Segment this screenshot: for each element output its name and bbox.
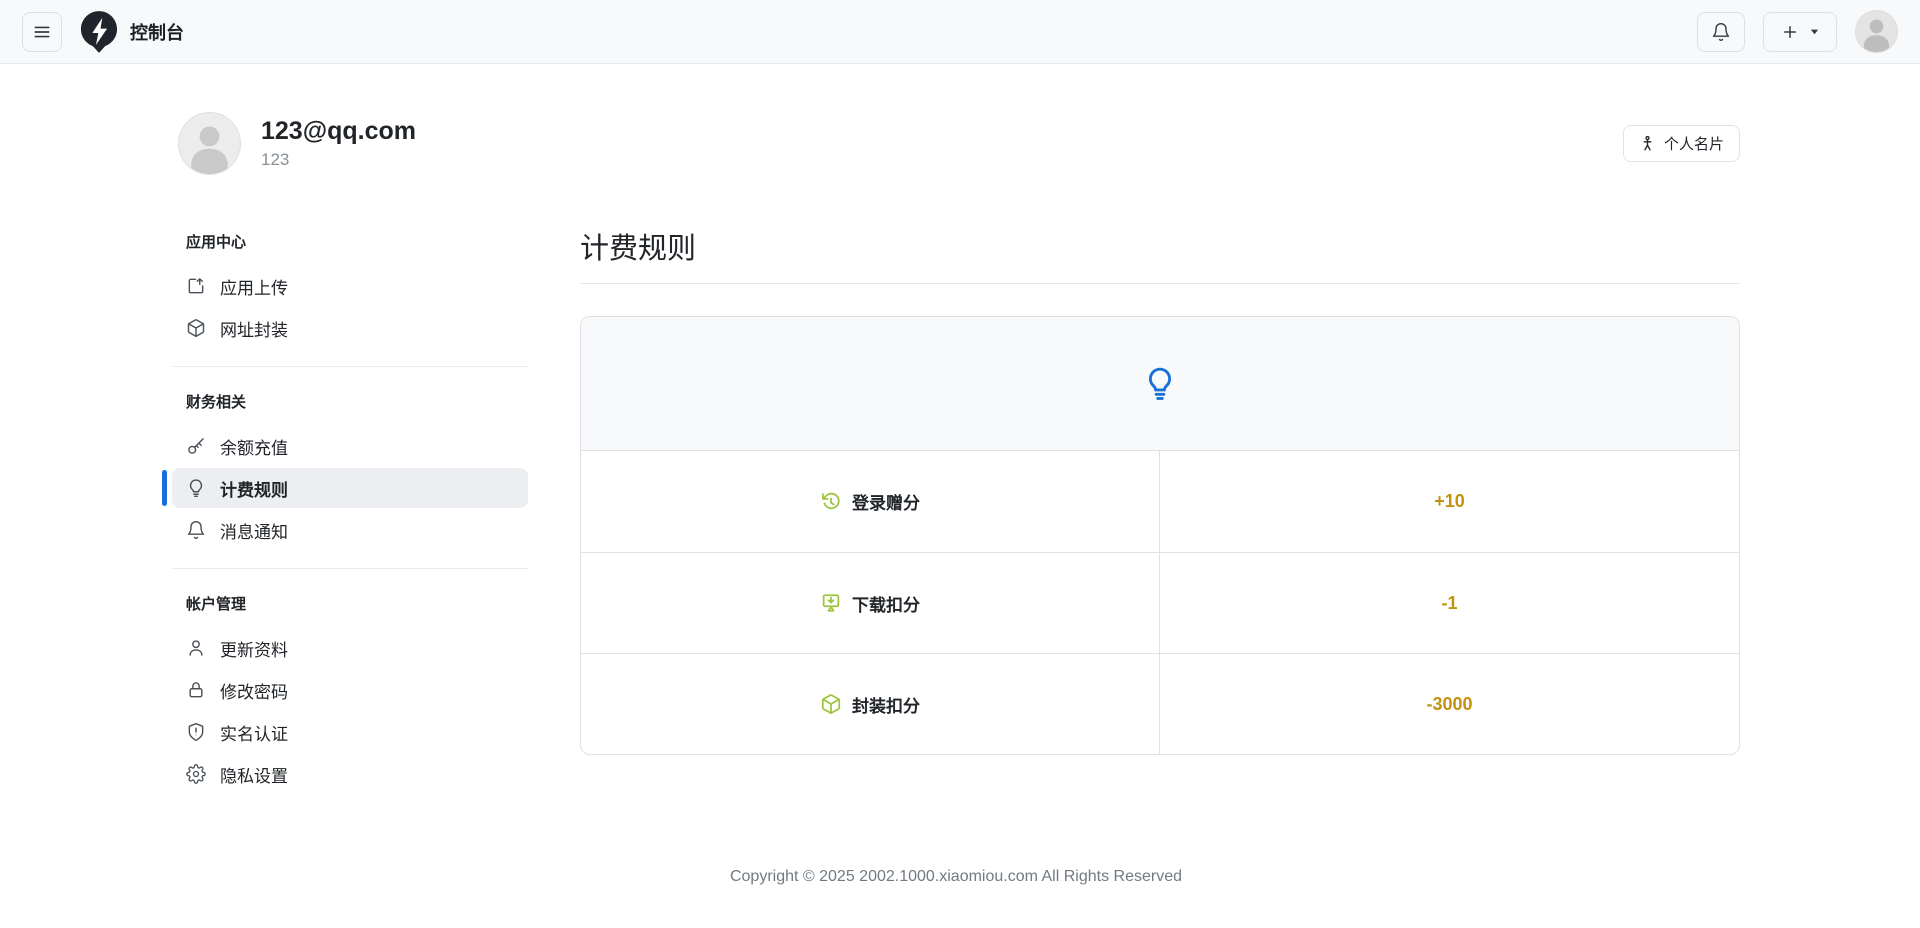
profile-avatar [178,112,241,175]
page-body: 123@qq.com 123 个人名片 应用中心 [0,64,1920,928]
sidebar-item-app-upload[interactable]: 应用上传 [172,266,528,306]
sidebar-item-label: 计费规则 [220,476,288,501]
sidebar-divider [172,366,528,367]
profile-texts: 123@qq.com 123 [261,117,416,170]
profile-username: 123 [261,150,416,170]
sidebar-item-label: 隐私设置 [220,762,288,787]
rule-label: 登录赠分 [852,489,920,514]
person-standing-icon [1639,135,1656,152]
create-new-dropdown-button[interactable] [1763,12,1837,52]
billing-rules-table-header [581,317,1739,451]
brand: 控制台 [80,10,184,54]
key-icon [186,436,206,456]
rule-label: 封装扣分 [852,692,920,717]
hamburger-menu-icon [32,22,52,42]
sidebar-item-label: 消息通知 [220,518,288,543]
rule-label-cell: 封装扣分 [581,654,1160,754]
bell-icon [1711,22,1731,42]
navbar-left-group: 控制台 [22,10,184,54]
sidebar-item-change-password[interactable]: 修改密码 [172,670,528,710]
sidebar-item-update-profile[interactable]: 更新资料 [172,628,528,668]
user-avatar[interactable] [1855,10,1898,53]
sidebar-item-label: 更新资料 [220,636,288,661]
profile-email: 123@qq.com [261,117,416,146]
top-navbar: 控制台 [0,0,1920,64]
notifications-button[interactable] [1697,12,1745,52]
rule-value: -1 [1441,593,1457,614]
rule-value-cell: -3000 [1160,654,1739,754]
package-cube-icon [186,318,206,338]
sidebar-item-label: 应用上传 [220,274,288,299]
sidebar-item-label: 余额充值 [220,434,288,459]
rule-value: +10 [1434,491,1465,512]
sidebar-item-balance-recharge[interactable]: 余额充值 [172,426,528,466]
shield-exclamation-icon [186,722,206,742]
upload-box-icon [186,276,206,296]
lightbulb-icon [1143,365,1177,403]
person-silhouette-icon [179,113,240,174]
caret-down-icon [1809,26,1820,37]
hamburger-menu-button[interactable] [22,12,62,52]
sidebar-item-url-packaging[interactable]: 网址封装 [172,308,528,348]
table-row: 封装扣分 -3000 [581,653,1739,754]
plus-icon [1781,23,1799,41]
rule-value: -3000 [1426,694,1472,715]
sidebar-divider [172,568,528,569]
personal-card-button-label: 个人名片 [1664,133,1724,154]
app-title: 控制台 [130,19,184,45]
table-row: 登录赠分 +10 [581,451,1739,552]
table-row: 下载扣分 -1 [581,552,1739,653]
navbar-right-group [1697,10,1898,53]
sidebar-item-label: 实名认证 [220,720,288,745]
profile-header: 123@qq.com 123 个人名片 [172,112,1740,175]
download-monitor-icon [820,592,842,614]
rule-value-cell: +10 [1160,451,1739,552]
sidebar-item-realname-verification[interactable]: 实名认证 [172,712,528,752]
person-silhouette-icon [1856,11,1897,52]
sidebar-item-message-notifications[interactable]: 消息通知 [172,510,528,550]
lightbulb-icon [186,478,206,498]
bell-icon [186,520,206,540]
sidebar-section-header: 应用中心 [172,225,528,258]
main-content: 计费规则 [580,225,1740,794]
sidebar-item-label: 修改密码 [220,678,288,703]
rule-value-cell: -1 [1160,553,1739,653]
sidebar-section-header: 财务相关 [172,385,528,418]
person-icon [186,638,206,658]
copyright-text: Copyright © 2025 2002.1000.xiaomiou.com … [730,868,1182,885]
footer: Copyright © 2025 2002.1000.xiaomiou.com … [172,868,1740,928]
sidebar-section-header: 帐户管理 [172,587,528,620]
lightning-bolt-pin-icon [80,10,118,54]
sidebar-item-label: 网址封装 [220,316,288,341]
billing-rules-table: 登录赠分 +10 [580,316,1740,755]
personal-card-button[interactable]: 个人名片 [1623,125,1740,162]
lock-icon [186,680,206,700]
sidebar-item-billing-rules[interactable]: 计费规则 [172,468,528,508]
title-divider [580,283,1740,284]
body-row: 应用中心 应用上传 网址封装 [172,225,1740,794]
rule-label: 下载扣分 [852,591,920,616]
sidebar: 应用中心 应用上传 网址封装 [172,225,528,794]
gear-icon [186,764,206,784]
package-cube-icon [820,693,842,715]
history-clock-icon [820,491,842,513]
page-title: 计费规则 [580,225,1740,267]
rule-label-cell: 下载扣分 [581,553,1160,653]
sidebar-item-privacy-settings[interactable]: 隐私设置 [172,754,528,794]
rule-label-cell: 登录赠分 [581,451,1160,552]
